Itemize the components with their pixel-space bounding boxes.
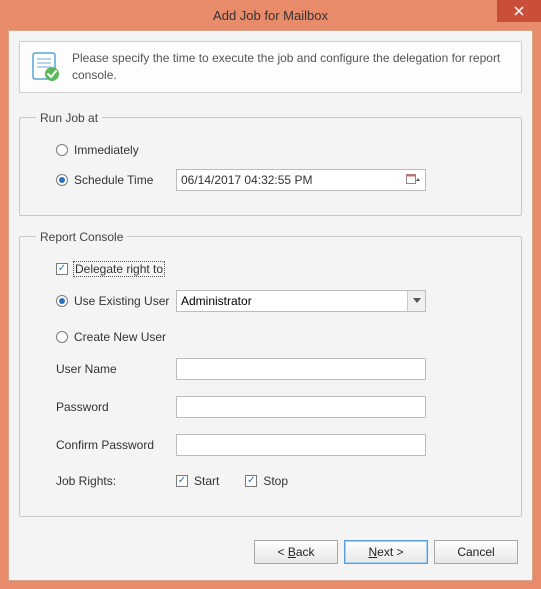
row-password: Password <box>36 394 505 420</box>
job-icon <box>30 50 62 82</box>
row-delegate: Delegate right to <box>36 258 505 280</box>
job-rights-options: Start Stop <box>176 474 288 488</box>
row-confirm-password: Confirm Password <box>36 432 505 458</box>
checkbox-icon <box>245 475 257 487</box>
radio-create-new-label: Create New User <box>74 330 166 344</box>
calendar-dropdown-button[interactable] <box>405 171 423 189</box>
next-button[interactable]: Next > <box>344 540 428 564</box>
row-use-existing: Use Existing User Administrator <box>36 288 505 314</box>
report-console-group: Report Console Delegate right to Use Exi… <box>19 230 522 517</box>
calendar-icon <box>406 173 422 187</box>
checkbox-stop-label: Stop <box>263 474 288 488</box>
confirm-password-label: Confirm Password <box>56 438 176 452</box>
schedule-time-value: 06/14/2017 04:32:55 PM <box>181 173 312 187</box>
password-label: Password <box>56 400 176 414</box>
window-title: Add Job for Mailbox <box>0 8 541 23</box>
close-icon <box>514 6 524 16</box>
checkbox-stop[interactable]: Stop <box>245 474 288 488</box>
button-row: < Back Next > Cancel <box>19 534 522 570</box>
confirm-password-input[interactable] <box>176 434 426 456</box>
checkbox-delegate-label: Delegate right to <box>74 262 164 276</box>
radio-immediately-label: Immediately <box>74 143 139 157</box>
row-user-name: User Name <box>36 356 505 382</box>
user-name-input[interactable] <box>176 358 426 380</box>
checkbox-start-label: Start <box>194 474 219 488</box>
existing-user-value: Administrator <box>181 294 252 308</box>
radio-create-new[interactable]: Create New User <box>56 330 166 344</box>
checkbox-icon <box>56 263 68 275</box>
row-job-rights: Job Rights: Start Stop <box>36 470 505 492</box>
radio-icon <box>56 174 68 186</box>
radio-immediately[interactable]: Immediately <box>56 143 139 157</box>
run-job-legend: Run Job at <box>36 111 102 125</box>
checkbox-icon <box>176 475 188 487</box>
radio-use-existing-label: Use Existing User <box>74 294 169 308</box>
job-rights-label: Job Rights: <box>56 474 176 488</box>
radio-icon <box>56 295 68 307</box>
chevron-down-icon <box>413 298 421 304</box>
instruction-text: Please specify the time to execute the j… <box>72 50 511 84</box>
existing-user-combo[interactable]: Administrator <box>176 290 426 312</box>
user-name-label: User Name <box>56 362 176 376</box>
row-create-new: Create New User <box>36 326 505 348</box>
instruction-panel: Please specify the time to execute the j… <box>19 41 522 93</box>
password-input[interactable] <box>176 396 426 418</box>
close-button[interactable] <box>497 0 541 22</box>
radio-icon <box>56 144 68 156</box>
combo-dropdown-button[interactable] <box>407 291 425 311</box>
dialog-window: Add Job for Mailbox Please specify the t… <box>0 0 541 589</box>
row-schedule-time: Schedule Time 06/14/2017 04:32:55 PM <box>36 169 505 191</box>
titlebar: Add Job for Mailbox <box>0 0 541 30</box>
cancel-button[interactable]: Cancel <box>434 540 518 564</box>
checkbox-delegate[interactable]: Delegate right to <box>56 262 164 276</box>
radio-schedule-time[interactable]: Schedule Time <box>56 173 153 187</box>
back-button[interactable]: < Back <box>254 540 338 564</box>
row-immediately: Immediately <box>36 139 505 161</box>
content-area: Please specify the time to execute the j… <box>8 30 533 581</box>
run-job-group: Run Job at Immediately Schedule Time 06/… <box>19 111 522 216</box>
schedule-time-picker[interactable]: 06/14/2017 04:32:55 PM <box>176 169 426 191</box>
radio-icon <box>56 331 68 343</box>
radio-use-existing[interactable]: Use Existing User <box>56 294 169 308</box>
radio-schedule-time-label: Schedule Time <box>74 173 153 187</box>
checkbox-start[interactable]: Start <box>176 474 219 488</box>
report-console-legend: Report Console <box>36 230 127 244</box>
